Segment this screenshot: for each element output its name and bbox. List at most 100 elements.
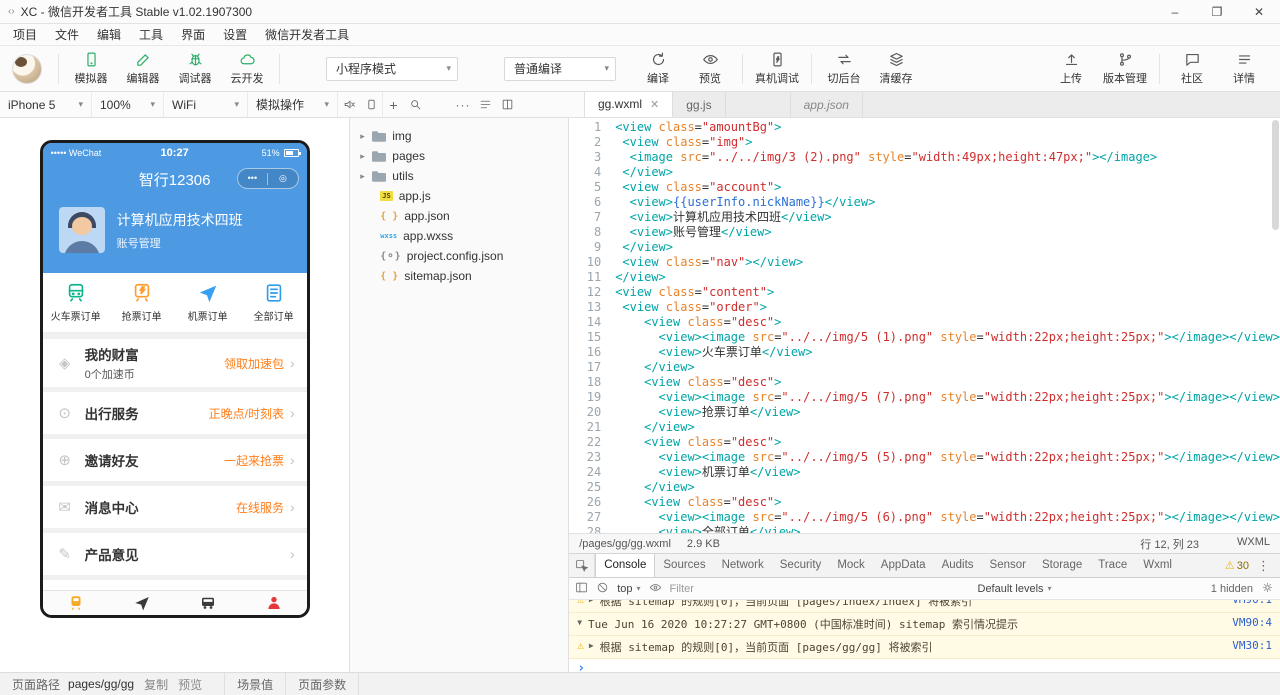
tab-appdata[interactable]: AppData	[873, 554, 934, 577]
inspect-element-button[interactable]	[569, 554, 596, 577]
editor-code[interactable]: <view class="amountBg"> <view class="img…	[611, 118, 1280, 533]
console-message-group[interactable]: ▼ Tue Jun 16 2020 10:27:27 GMT+0800 (中国标…	[569, 613, 1280, 636]
clear-console-button[interactable]	[596, 581, 609, 597]
tab-app-json[interactable]: app.json	[789, 92, 863, 117]
switch-background-button[interactable]: 切后台	[818, 48, 870, 89]
source-link[interactable]: VM90:1	[1232, 600, 1272, 606]
hidden-messages-label[interactable]: 1 hidden	[1211, 583, 1253, 595]
tab-sources[interactable]: Sources	[655, 554, 713, 577]
menu-tools[interactable]: 工具	[130, 24, 172, 46]
simulate-action-dropdown[interactable]: 模拟操作 ▾	[248, 92, 338, 117]
caret-right-icon[interactable]: ▸	[360, 131, 372, 142]
console-message[interactable]: ⚠ ▶ 根据 sitemap 的规则[0]，当前页面 [pages/index/…	[569, 600, 1280, 613]
console-message[interactable]: ⚠ ▶ 根据 sitemap 的规则[0]，当前页面 [pages/gg/gg]…	[569, 636, 1280, 659]
device-dropdown[interactable]: iPhone 5 ▾	[0, 92, 92, 117]
search-button[interactable]	[404, 92, 426, 117]
tab-trace[interactable]: Trace	[1090, 554, 1135, 577]
tab-audits[interactable]: Audits	[934, 554, 982, 577]
list-item-messages[interactable]: ✉ 消息中心 在线服务 ›	[42, 486, 307, 528]
flight-order-button[interactable]: 机票订单	[175, 282, 241, 323]
menu-edit[interactable]: 编辑	[88, 24, 130, 46]
editor-scrollbar[interactable]	[1272, 120, 1279, 230]
tab-sensor[interactable]: Sensor	[982, 554, 1034, 577]
execution-context-dropdown[interactable]: top ▾	[617, 583, 640, 595]
tab-storage[interactable]: Storage	[1034, 554, 1090, 577]
caret-right-icon[interactable]: ▸	[360, 171, 372, 182]
scale-dropdown[interactable]: 100% ▾	[92, 92, 164, 117]
device-debug-button[interactable]: 真机调试	[749, 48, 805, 89]
menu-interface[interactable]: 界面	[172, 24, 214, 46]
rush-ticket-button[interactable]: 抢票订单	[109, 282, 175, 323]
debugger-button[interactable]: 调试器	[169, 48, 221, 89]
expander-icon[interactable]: ▶	[589, 600, 594, 604]
clear-cache-button[interactable]: 清缓存	[870, 48, 922, 89]
folder-pages[interactable]: ▸ pages	[350, 146, 568, 166]
file-app-wxss[interactable]: wxss app.wxss	[350, 226, 568, 246]
cloud-dev-button[interactable]: 云开发	[221, 48, 273, 89]
console-filter-input[interactable]	[669, 582, 970, 595]
menu-settings[interactable]: 设置	[214, 24, 256, 46]
version-button[interactable]: 版本管理	[1097, 48, 1153, 89]
menu-file[interactable]: 文件	[46, 24, 88, 46]
close-button[interactable]: ✕	[1238, 0, 1280, 23]
tab-train-ticket[interactable]: 火车票	[43, 591, 109, 615]
list-item-feedback[interactable]: ✎ 产品意见 ›	[42, 533, 307, 575]
account-manage-label[interactable]: 账号管理	[117, 235, 243, 251]
list-item-wealth[interactable]: ◈ 我的财富 0个加速币 领取加速包 ›	[42, 339, 307, 387]
code-editor[interactable]: 1 2 3 4 5 6 7 8 9 10 11 12 13 14 15 16 17 18 19 20 21 22 23 24 2…	[569, 118, 1280, 533]
outline-button[interactable]	[474, 92, 496, 117]
folder-img[interactable]: ▸ img	[350, 126, 568, 146]
folder-utils[interactable]: ▸ utils	[350, 166, 568, 186]
layout-button[interactable]	[496, 92, 518, 117]
editor-button[interactable]: 编辑器	[117, 48, 169, 89]
compile-button[interactable]: 编译	[632, 48, 684, 89]
tab-bus-ticket[interactable]: 汽车票	[175, 591, 241, 615]
maximize-button[interactable]: ❐	[1196, 0, 1238, 23]
close-icon[interactable]: ✕	[650, 98, 659, 111]
list-action[interactable]: 领取加速包	[224, 355, 284, 372]
console-settings-button[interactable]	[1261, 581, 1274, 597]
tab-gg-js[interactable]: gg.js	[673, 92, 726, 117]
file-project-config[interactable]: {⚬} project.config.json	[350, 246, 568, 266]
mute-button[interactable]	[338, 92, 360, 117]
list-item-invite[interactable]: ⊕ 邀请好友 一起来抢票 ›	[42, 439, 307, 481]
console-sidebar-button[interactable]	[575, 581, 588, 597]
live-expression-button[interactable]	[649, 581, 662, 597]
list-item-travel[interactable]: ⊙ 出行服务 正晚点/时刻表 ›	[42, 392, 307, 434]
minimize-button[interactable]: –	[1154, 0, 1196, 23]
scene-section[interactable]: 场景值	[225, 673, 287, 695]
all-orders-button[interactable]: 全部订单	[241, 282, 307, 323]
menu-project[interactable]: 项目	[4, 24, 46, 46]
menu-devtools[interactable]: 微信开发者工具	[256, 24, 358, 46]
preview-button[interactable]: 预览	[684, 48, 736, 89]
log-levels-dropdown[interactable]: Default levels ▾	[978, 583, 1052, 595]
network-dropdown[interactable]: WiFi ▾	[164, 92, 248, 117]
tab-gg-wxml[interactable]: gg.wxml ✕	[585, 92, 674, 117]
file-app-json[interactable]: { } app.json	[350, 206, 568, 226]
tab-wxml[interactable]: Wxml	[1135, 554, 1180, 577]
more-menu-button[interactable]: •••	[238, 169, 268, 188]
source-link[interactable]: VM90:4	[1232, 616, 1272, 629]
page-params-section[interactable]: 页面参数	[286, 673, 360, 695]
mode-dropdown[interactable]: 小程序模式 ▾	[326, 56, 458, 81]
compile-mode-dropdown[interactable]: 普通编译 ▾	[504, 56, 616, 81]
tab-network[interactable]: Network	[714, 554, 772, 577]
details-button[interactable]: 详情	[1218, 48, 1270, 89]
copy-path-button[interactable]: 复制	[144, 676, 168, 693]
tab-mock[interactable]: Mock	[829, 554, 872, 577]
tab-security[interactable]: Security	[772, 554, 830, 577]
tab-console[interactable]: Console	[595, 554, 656, 577]
community-button[interactable]: 社区	[1166, 48, 1218, 89]
file-app-js[interactable]: JS app.js	[350, 186, 568, 206]
add-compile-mode-button[interactable]: +	[382, 92, 404, 117]
list-action[interactable]: 一起来抢票	[224, 452, 284, 469]
upload-button[interactable]: 上传	[1045, 48, 1097, 89]
file-sitemap-json[interactable]: { } sitemap.json	[350, 266, 568, 286]
expander-icon[interactable]: ▶	[589, 641, 594, 650]
expander-icon[interactable]: ▼	[577, 618, 582, 627]
devtools-menu-button[interactable]: ⋮	[1255, 558, 1272, 574]
simulator-button[interactable]: 模拟器	[65, 48, 117, 89]
user-avatar[interactable]	[12, 53, 42, 84]
warning-count-badge[interactable]: ⚠ 30	[1225, 559, 1249, 573]
profile-section[interactable]: 计算机应用技术四班 账号管理	[43, 195, 307, 273]
